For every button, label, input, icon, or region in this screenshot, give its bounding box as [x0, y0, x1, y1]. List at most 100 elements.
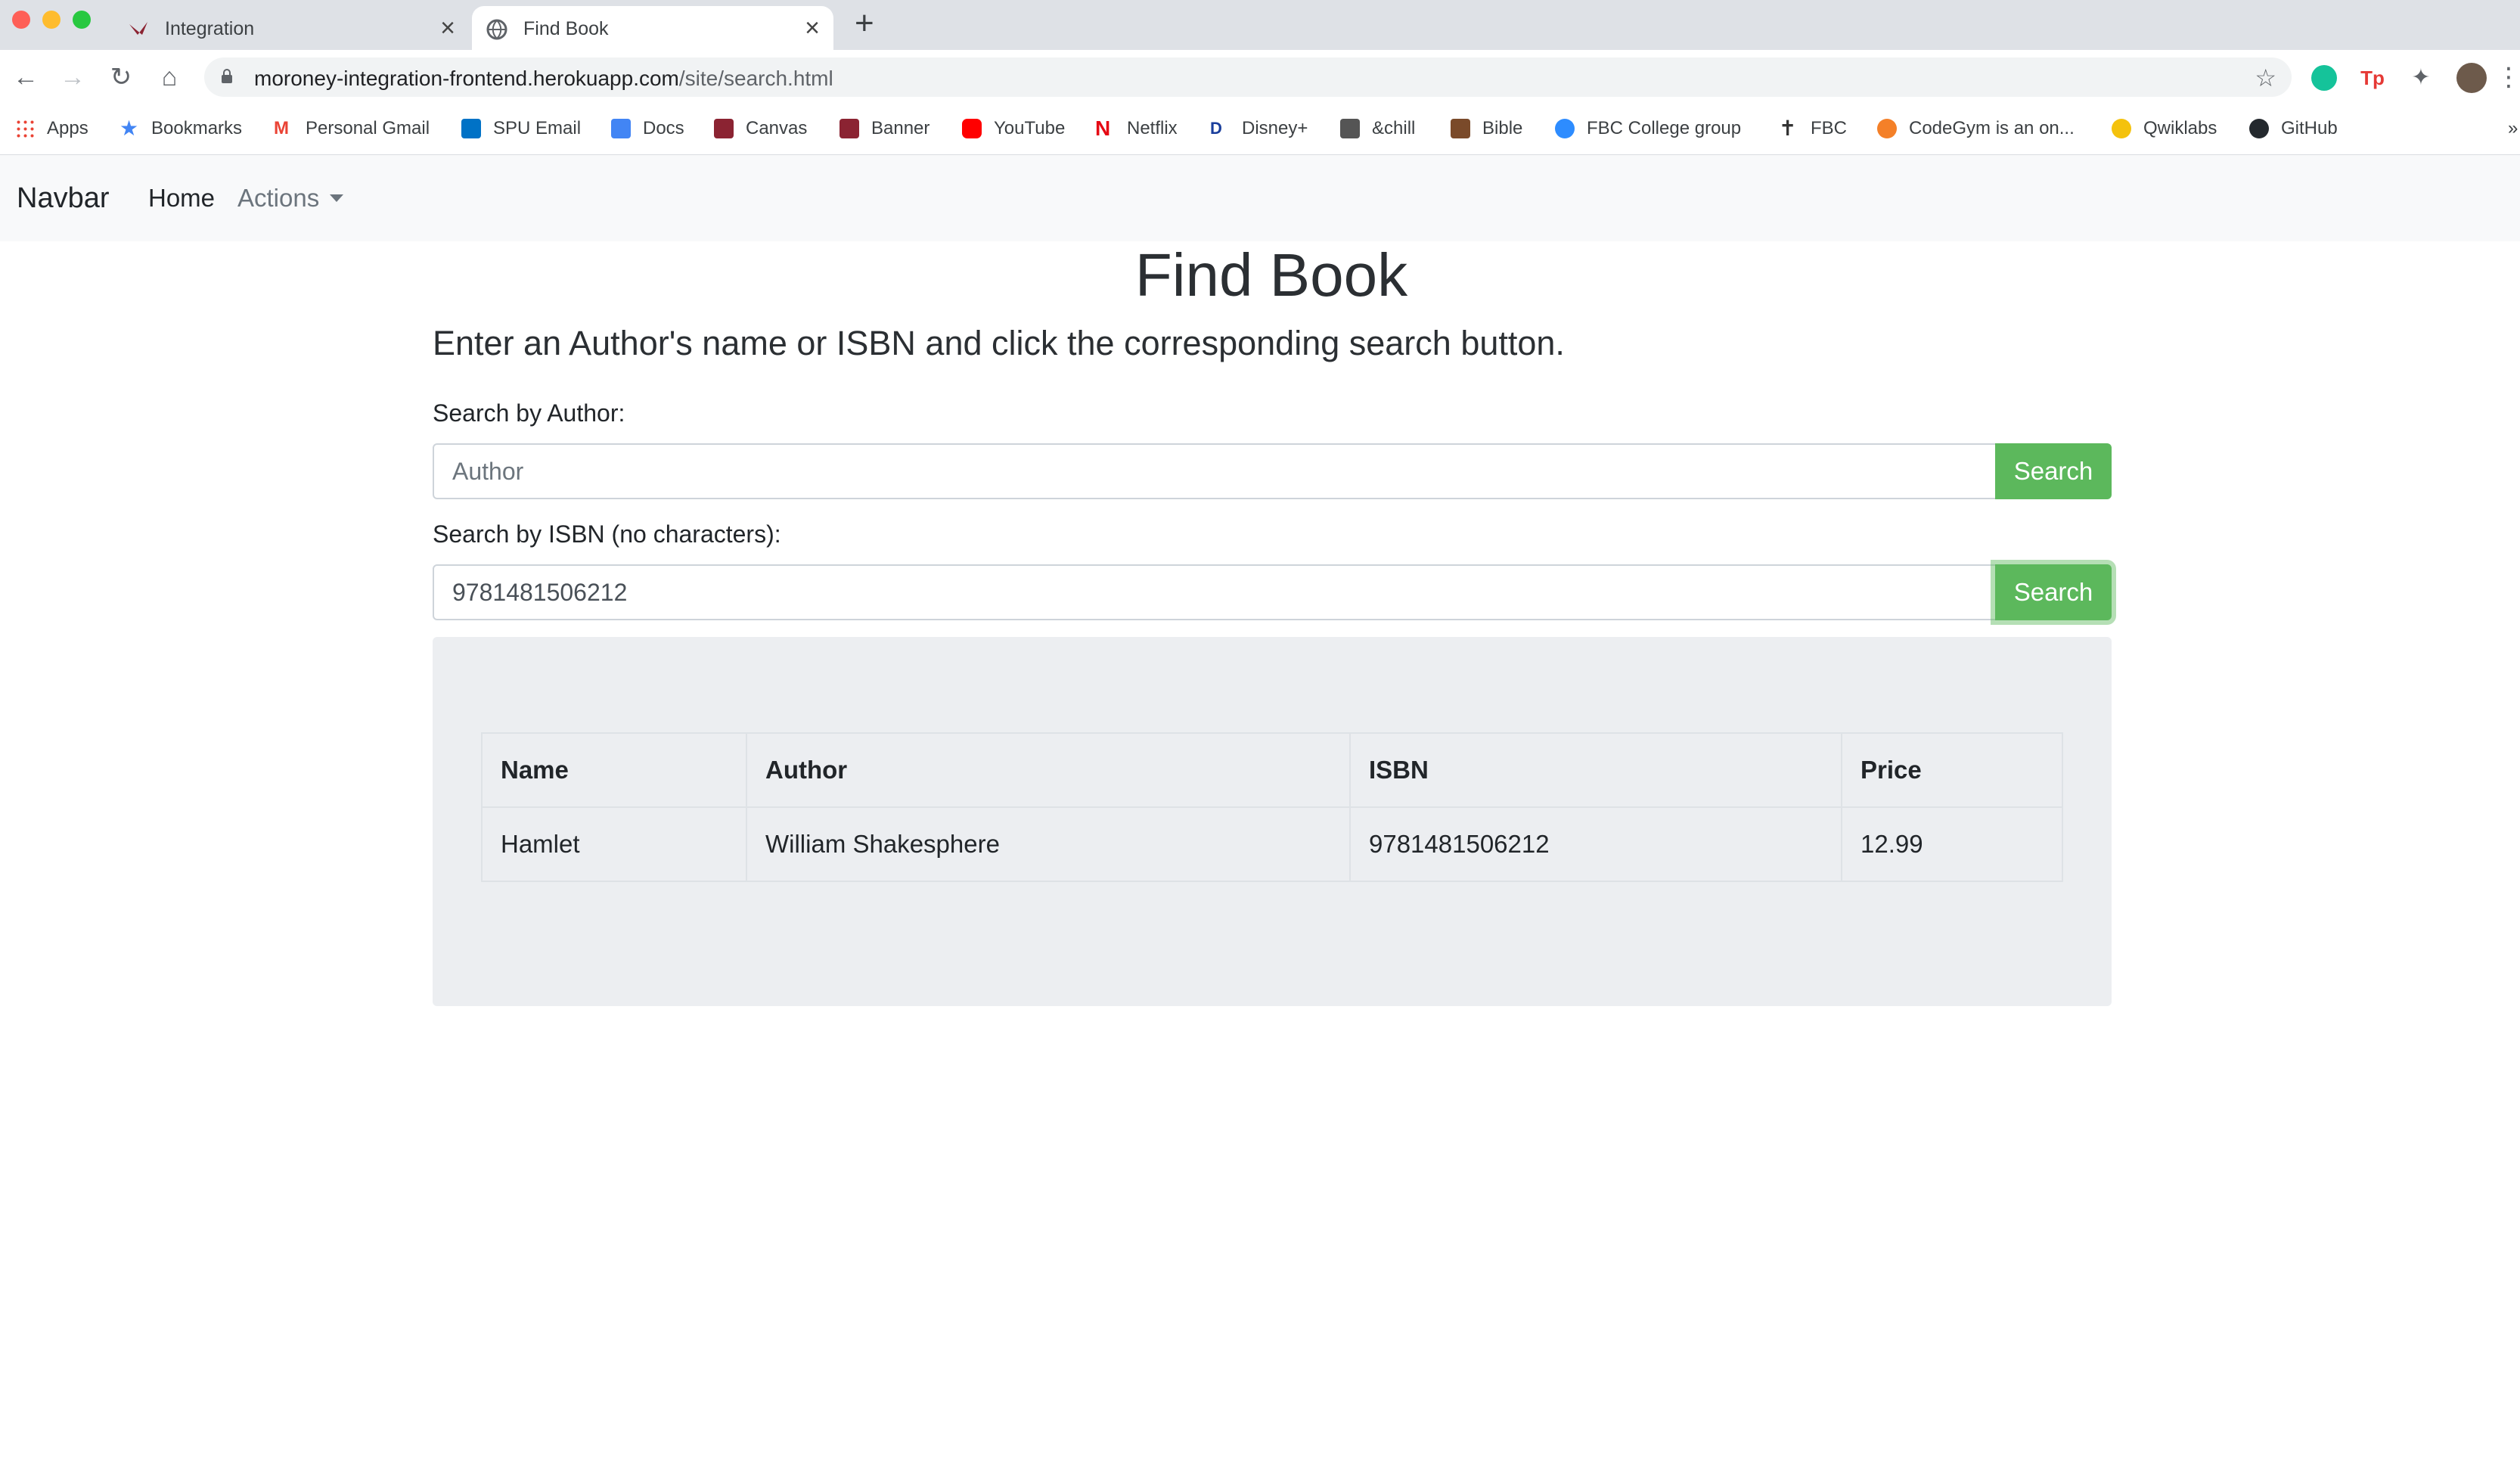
- bookmark-label: Apps: [47, 118, 88, 138]
- cell-name: Hamlet: [481, 806, 747, 882]
- browser-menu-icon[interactable]: ⋮: [2496, 61, 2520, 94]
- apps-grid-icon: [15, 119, 35, 138]
- youtube-icon: [962, 119, 982, 138]
- isbn-search-button[interactable]: Search: [1995, 564, 2112, 620]
- bookmark-apps[interactable]: Apps: [15, 115, 88, 142]
- bookmark-docs[interactable]: Docs: [611, 115, 684, 142]
- bookmark-label: Personal Gmail: [306, 118, 430, 138]
- bookmark-chill[interactable]: &chill: [1340, 115, 1415, 142]
- bookmark-label: Netflix: [1127, 118, 1178, 138]
- forward-icon[interactable]: →: [56, 61, 89, 94]
- author-search-input[interactable]: [433, 443, 1997, 499]
- grammarly-extension-icon[interactable]: [2311, 65, 2337, 91]
- results-panel: Name Author ISBN Price Hamlet William Sh…: [433, 637, 2112, 1006]
- netflix-icon: N: [1095, 116, 1111, 140]
- maximize-window-button[interactable]: [73, 11, 91, 29]
- column-header-author: Author: [746, 732, 1351, 808]
- bible-icon: [1451, 119, 1470, 138]
- bookmark-banner[interactable]: Banner: [839, 115, 929, 142]
- bookmark-label: Bible: [1482, 118, 1523, 138]
- lock-icon: [222, 69, 232, 83]
- url-text: moroney-integration-frontend.herokuapp.c…: [254, 67, 833, 91]
- bookmark-bible[interactable]: Bible: [1451, 115, 1522, 142]
- bookmark-label: Bookmarks: [151, 118, 243, 138]
- tab-title: Integration: [165, 18, 255, 39]
- disney-icon: D: [1210, 119, 1222, 138]
- bookmark-disney-plus[interactable]: D Disney+: [1210, 115, 1308, 142]
- codegym-icon: [1877, 119, 1897, 138]
- outlook-icon: [461, 119, 481, 138]
- reload-icon[interactable]: ↻: [104, 61, 138, 94]
- tp-extension-icon[interactable]: Tp: [2360, 65, 2385, 91]
- table-header-row: Name Author ISBN Price: [481, 732, 2063, 808]
- bookmark-github[interactable]: GitHub: [2249, 115, 2338, 142]
- bookmark-label: Canvas: [746, 118, 808, 138]
- nav-actions-label: Actions: [237, 184, 320, 212]
- back-icon[interactable]: ←: [9, 61, 42, 94]
- home-icon[interactable]: ⌂: [153, 61, 186, 94]
- nav-home-link[interactable]: Home: [148, 184, 215, 213]
- bookmark-label: Docs: [643, 118, 684, 138]
- profile-avatar[interactable]: [2456, 63, 2487, 93]
- author-search-label: Search by Author:: [433, 399, 625, 427]
- globe-icon: [486, 19, 507, 40]
- bookmarks-overflow-icon[interactable]: »: [2508, 115, 2518, 142]
- page-instructions: Enter an Author's name or ISBN and click…: [433, 324, 1565, 362]
- bookmark-label: CodeGym is an on...: [1909, 118, 2075, 138]
- bookmark-codegym[interactable]: CodeGym is an on...: [1877, 115, 2075, 142]
- column-header-price: Price: [1841, 732, 2063, 808]
- isbn-search-input[interactable]: [433, 564, 1997, 620]
- bookmark-label: YouTube: [994, 118, 1066, 138]
- bookmark-label: FBC: [1811, 118, 1847, 138]
- close-tab-icon[interactable]: ×: [440, 14, 455, 43]
- minimize-window-button[interactable]: [42, 11, 61, 29]
- bookmark-youtube[interactable]: YouTube: [962, 115, 1065, 142]
- column-header-isbn: ISBN: [1349, 732, 1842, 808]
- table-row: Hamlet William Shakesphere 9781481506212…: [481, 806, 2063, 882]
- bookmark-spu-email[interactable]: SPU Email: [461, 115, 581, 142]
- author-search-button[interactable]: Search: [1995, 443, 2112, 499]
- extensions-puzzle-icon[interactable]: ✦: [2408, 65, 2434, 91]
- url-host: moroney-integration-frontend.herokuapp.c…: [254, 67, 679, 90]
- close-tab-icon[interactable]: ×: [805, 14, 820, 43]
- browser-toolbar: ← → ↻ ⌂ moroney-integration-frontend.her…: [0, 50, 2520, 104]
- bookmarks-bar: Apps ★ Bookmarks M Personal Gmail SPU Em…: [0, 104, 2520, 155]
- cell-price: 12.99: [1841, 806, 2063, 882]
- new-tab-icon[interactable]: +: [855, 5, 874, 42]
- chill-icon: [1340, 119, 1360, 138]
- tab-title: Find Book: [523, 18, 609, 39]
- nav-actions-dropdown[interactable]: Actions: [237, 184, 344, 213]
- bookmark-label: Disney+: [1242, 118, 1308, 138]
- tab-integration[interactable]: Integration ×: [113, 6, 469, 50]
- bookmark-fbc-college-group[interactable]: FBC College group: [1555, 115, 1741, 142]
- results-table: Name Author ISBN Price Hamlet William Sh…: [481, 732, 2063, 882]
- gmail-icon: M: [274, 118, 289, 138]
- bookmark-qwiklabs[interactable]: Qwiklabs: [2112, 115, 2217, 142]
- docs-icon: [611, 119, 631, 138]
- caret-down-icon: [330, 194, 344, 202]
- cross-icon: ✝: [1779, 116, 1797, 140]
- bookmark-label: GitHub: [2281, 118, 2338, 138]
- bookmark-fbc[interactable]: ✝ FBC: [1779, 115, 1847, 142]
- cell-isbn: 9781481506212: [1349, 806, 1842, 882]
- cell-author: William Shakesphere: [746, 806, 1351, 882]
- canvas-icon: [714, 119, 734, 138]
- canvas-favicon-icon: [129, 22, 147, 35]
- bookmark-bookmarks[interactable]: ★ Bookmarks: [119, 115, 242, 142]
- bookmark-label: Banner: [871, 118, 930, 138]
- bookmark-label: &chill: [1372, 118, 1416, 138]
- close-window-button[interactable]: [12, 11, 30, 29]
- address-bar[interactable]: moroney-integration-frontend.herokuapp.c…: [204, 57, 2292, 97]
- bookmark-netflix[interactable]: N Netflix: [1095, 115, 1178, 142]
- site-navbar: Navbar Home Actions: [0, 155, 2520, 241]
- bookmark-label: SPU Email: [493, 118, 582, 138]
- bookmark-personal-gmail[interactable]: M Personal Gmail: [274, 115, 430, 142]
- navbar-brand[interactable]: Navbar: [17, 182, 110, 215]
- zoom-icon: [1555, 119, 1575, 138]
- browser-tab-strip: Integration × Find Book × +: [0, 0, 2520, 50]
- banner-icon: [839, 119, 859, 138]
- github-icon: [2249, 119, 2269, 138]
- bookmark-star-icon[interactable]: ☆: [2255, 64, 2276, 92]
- tab-find-book[interactable]: Find Book ×: [472, 6, 833, 50]
- bookmark-canvas[interactable]: Canvas: [714, 115, 807, 142]
